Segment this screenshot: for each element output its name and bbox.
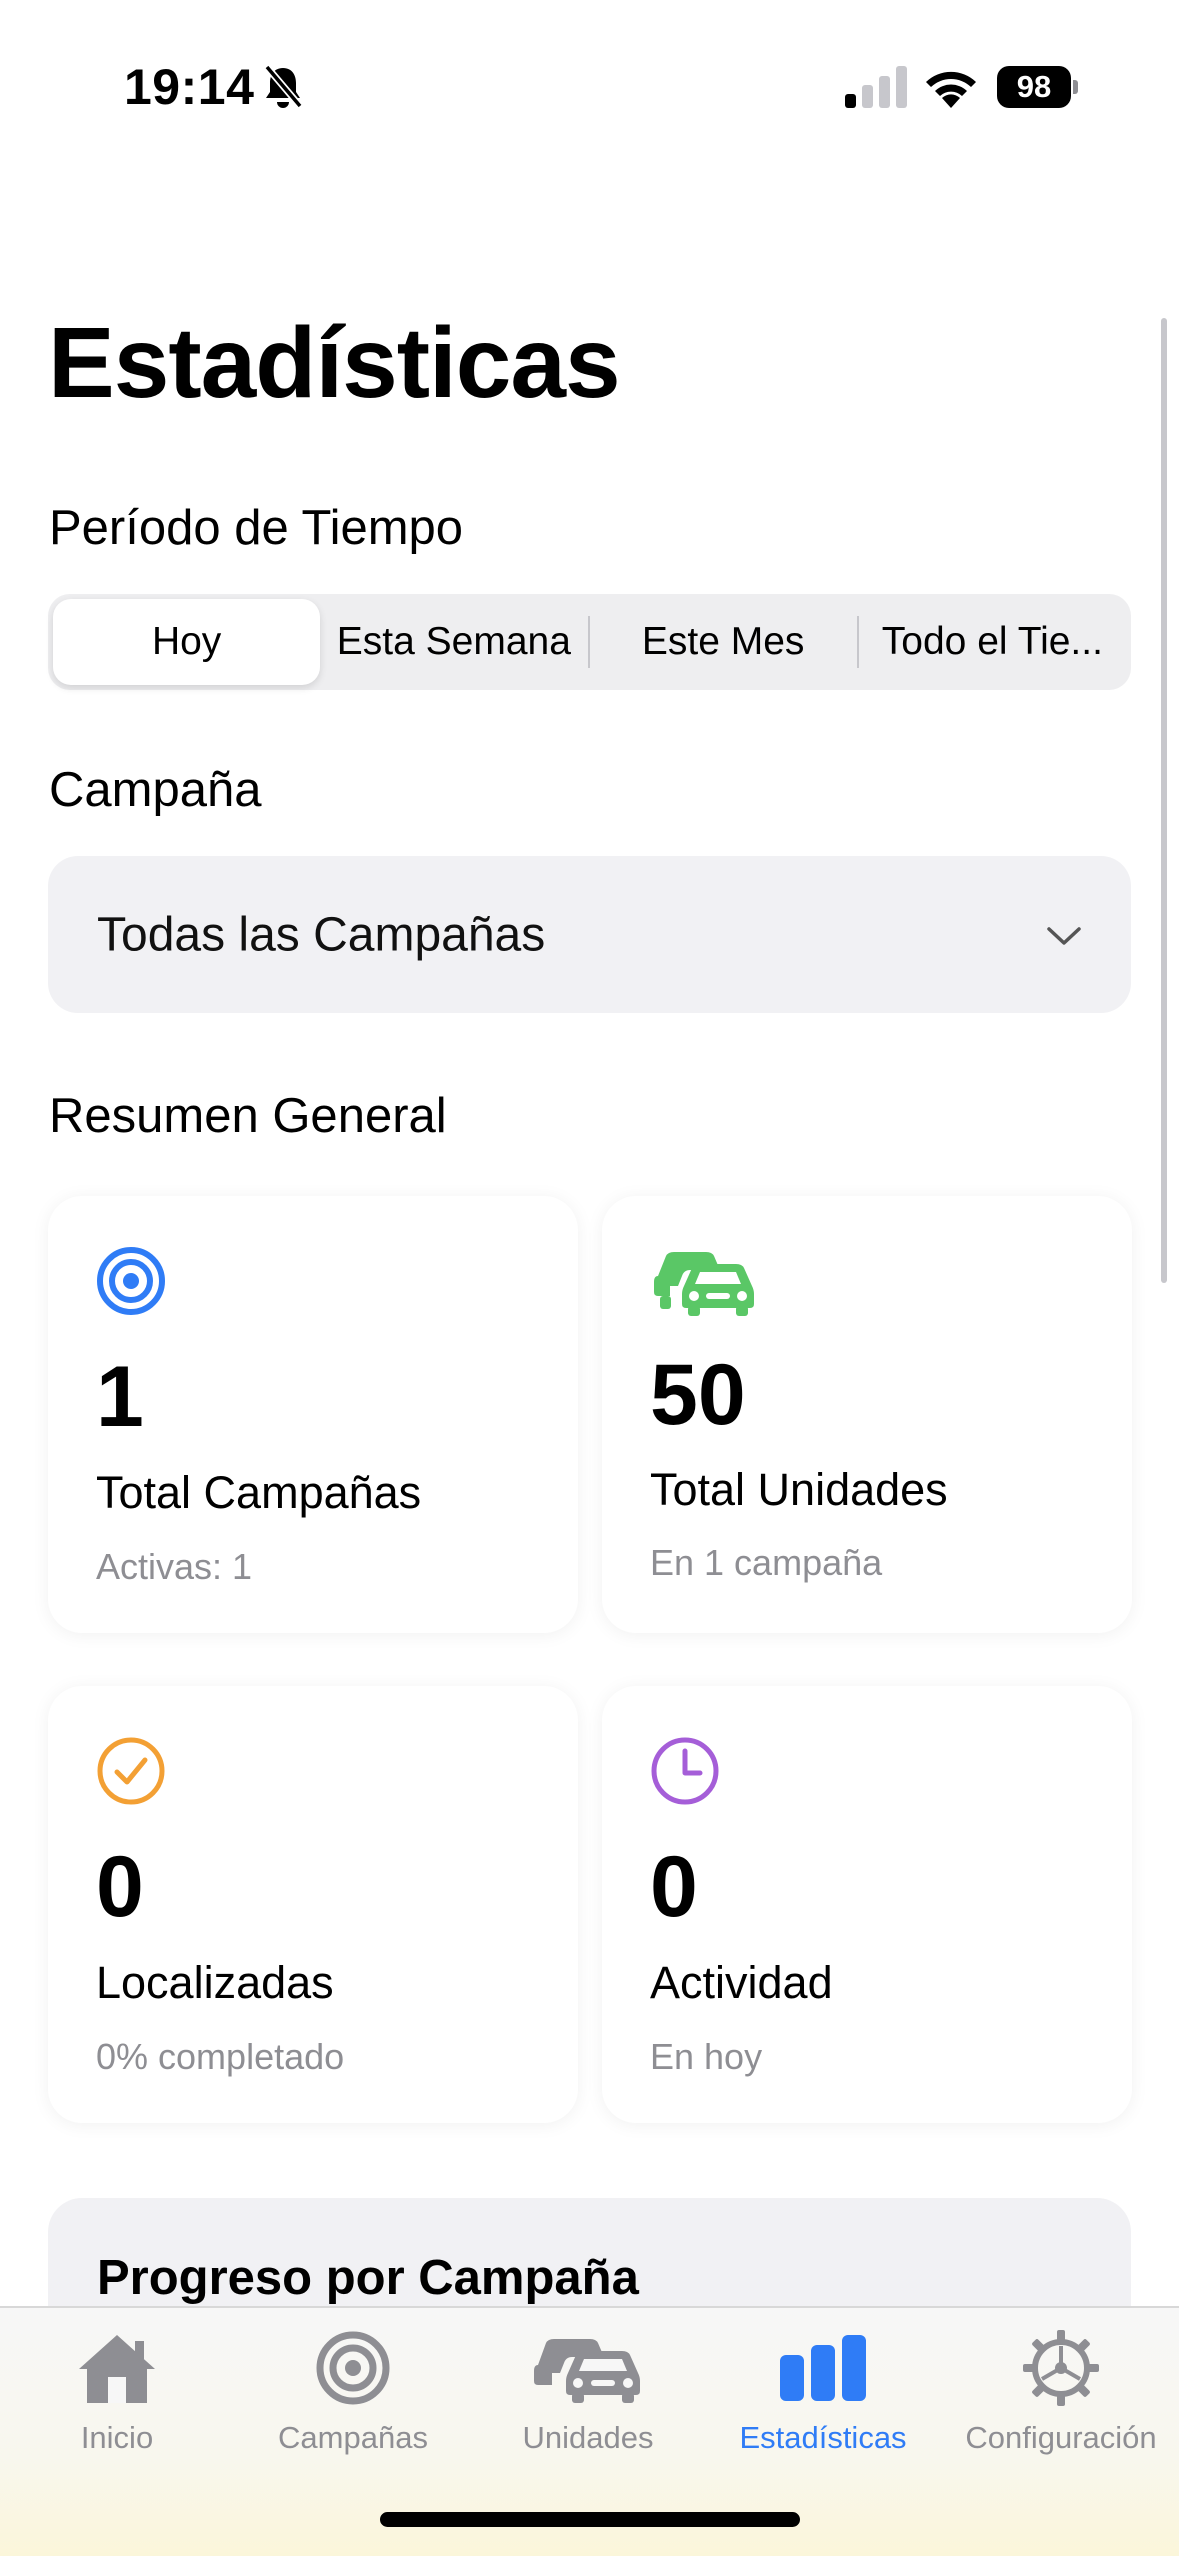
stat-subtitle: En hoy: [650, 2036, 763, 2077]
segment-hoy[interactable]: Hoy: [53, 599, 321, 685]
stat-value: 0: [650, 1839, 698, 1935]
tab-label: Inicio: [80, 2420, 154, 2455]
campaign-picker[interactable]: Todas las Campañas: [48, 856, 1131, 1013]
segment-este-mes[interactable]: Este Mes: [590, 599, 857, 685]
cars-icon: [534, 2339, 640, 2403]
stat-card-units[interactable]: 50 Total Unidades En 1 campaña: [602, 1196, 1132, 1633]
segment-esta-semana[interactable]: Esta Semana: [320, 599, 587, 685]
status-time: 19:14: [124, 59, 255, 115]
wifi-icon: [926, 71, 976, 108]
segment-todo-el-tiempo[interactable]: Todo el Tie...: [859, 599, 1126, 685]
gear-icon: [1023, 2330, 1099, 2406]
cars-icon: [654, 1252, 754, 1316]
home-indicator[interactable]: [380, 2512, 800, 2527]
tab-label: Campañas: [278, 2420, 428, 2455]
stat-title: Total Campañas: [96, 1467, 422, 1518]
tab-label: Configuración: [965, 2420, 1157, 2455]
stat-title: Localizadas: [96, 1957, 334, 2008]
stat-subtitle: Activas: 1: [96, 1546, 253, 1587]
stat-subtitle: En 1 campaña: [650, 1542, 883, 1583]
progress-title: Progreso por Campaña: [97, 2251, 639, 2305]
stat-card-located[interactable]: 0 Localizadas 0% completado: [48, 1686, 578, 2123]
stat-title: Total Unidades: [650, 1464, 948, 1515]
summary-label: Resumen General: [49, 1089, 447, 1143]
tab-unidades[interactable]: Unidades: [508, 2308, 668, 2468]
battery-level: 98: [997, 66, 1071, 108]
stat-title: Actividad: [650, 1957, 833, 2008]
status-bar: 19:14 98: [0, 0, 1179, 175]
signal-icon: [845, 66, 907, 108]
period-segmented-control[interactable]: Hoy Esta Semana Este Mes Todo el Tie...: [48, 594, 1131, 690]
tab-label: Estadísticas: [739, 2420, 907, 2455]
scroll-indicator[interactable]: [1161, 318, 1167, 1283]
target-icon: [97, 1247, 165, 1315]
battery-icon: 98: [997, 66, 1078, 108]
house-icon: [79, 2335, 155, 2403]
period-label: Período de Tiempo: [49, 501, 464, 555]
checkmark-circle-icon: [97, 1737, 165, 1805]
chevron-down-icon: [1047, 927, 1081, 945]
battery-tip: [1073, 80, 1078, 94]
bar-chart-icon: [780, 2335, 866, 2401]
stat-value: 50: [650, 1347, 746, 1443]
page-title: Estadísticas: [48, 307, 621, 419]
stat-value: 0: [96, 1839, 144, 1935]
tab-inicio[interactable]: Inicio: [57, 2308, 177, 2468]
target-icon: [316, 2331, 390, 2405]
tab-estadisticas[interactable]: Estadísticas: [728, 2308, 918, 2468]
stat-card-campaigns[interactable]: 1 Total Campañas Activas: 1: [48, 1196, 578, 1633]
stat-value: 1: [96, 1349, 144, 1445]
bell-slash-icon: [264, 64, 303, 109]
tab-campanas[interactable]: Campañas: [258, 2308, 448, 2468]
stat-card-activity[interactable]: 0 Actividad En hoy: [602, 1686, 1132, 2123]
clock-icon: [651, 1737, 719, 1805]
tab-label: Unidades: [522, 2420, 654, 2455]
stat-subtitle: 0% completado: [96, 2036, 345, 2077]
tab-configuracion[interactable]: Configuración: [951, 2308, 1171, 2468]
campaign-picker-value: Todas las Campañas: [97, 908, 546, 961]
campaign-label: Campaña: [49, 763, 262, 817]
